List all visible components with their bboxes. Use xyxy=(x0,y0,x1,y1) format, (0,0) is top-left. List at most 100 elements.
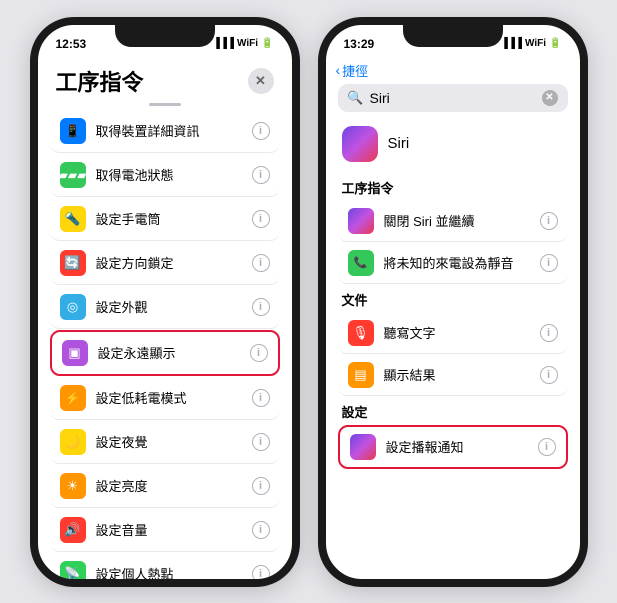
scroll-bar xyxy=(149,103,181,106)
icon-set-hotspot: 📡 xyxy=(60,561,86,579)
icon-set-broadcast xyxy=(350,434,376,460)
label-dictate: 聽寫文字 xyxy=(384,323,540,342)
menu-item-set-hotspot[interactable]: 📡 設定個人熱點 i xyxy=(50,553,280,579)
left-menu-list: 📱 取得裝置詳細資訊 i ▰▰▰ 取得電池狀態 i 🔦 設定手電筒 i 🔄 設定… xyxy=(38,110,292,579)
section-header-docs: 文件 xyxy=(326,286,580,313)
icon-set-flashlight: 🔦 xyxy=(60,206,86,232)
notch xyxy=(115,25,215,47)
info-icon-set-night[interactable]: i xyxy=(252,433,270,451)
search-input[interactable]: Siri xyxy=(370,90,542,106)
label-set-broadcast: 設定播報通知 xyxy=(386,437,538,456)
label-set-low-power: 設定低耗電模式 xyxy=(96,388,252,407)
search-icon: 🔍 xyxy=(348,90,364,106)
label-set-night: 設定夜覺 xyxy=(96,432,252,451)
siri-result[interactable]: Siri xyxy=(326,120,580,172)
icon-dictate: 🎙 xyxy=(348,320,374,346)
notch-right xyxy=(403,25,503,47)
label-set-always-on: 設定永遠顯示 xyxy=(98,343,250,362)
time-right: 13:29 xyxy=(344,37,375,51)
info-icon-set-orientation[interactable]: i xyxy=(252,254,270,272)
battery-icon-right: 🔋 xyxy=(549,38,561,49)
icon-set-low-power: ⚡ xyxy=(60,385,86,411)
siri-name: Siri xyxy=(388,135,410,152)
info-icon-get-battery[interactable]: i xyxy=(252,166,270,184)
right-screen-content: ‹ 捷徑 🔍 Siri ✕ Siri 工序指令 關閉 Siri 並繼續 i 📞 … xyxy=(326,57,580,579)
icon-get-battery: ▰▰▰ xyxy=(60,162,86,188)
info-icon-set-appearance[interactable]: i xyxy=(252,298,270,316)
right-phone: 13:29 ▐▐▐ WiFi 🔋 ‹ 捷徑 🔍 Siri ✕ Siri 工序指令… xyxy=(318,17,588,587)
back-nav[interactable]: ‹ 捷徑 xyxy=(326,57,580,84)
time-left: 12:53 xyxy=(56,37,87,51)
icon-set-silent: 📞 xyxy=(348,250,374,276)
siri-icon xyxy=(342,126,378,162)
signal-icon-right: ▐▐▐ xyxy=(501,38,522,49)
left-screen-content: 工序指令 ✕ 📱 取得裝置詳細資訊 i ▰▰▰ 取得電池狀態 i 🔦 xyxy=(38,57,292,579)
icon-close-siri xyxy=(348,208,374,234)
label-set-appearance: 設定外觀 xyxy=(96,297,252,316)
menu-item-get-battery[interactable]: ▰▰▰ 取得電池狀態 i xyxy=(50,154,280,197)
icon-set-appearance: ◎ xyxy=(60,294,86,320)
info-icon-set-hotspot[interactable]: i xyxy=(252,565,270,579)
info-icon-set-flashlight[interactable]: i xyxy=(252,210,270,228)
status-icons-left: ▐▐▐ WiFi 🔋 xyxy=(213,38,274,49)
right-menu-docs: 🎙 聽寫文字 i ▤ 顯示結果 i xyxy=(326,313,580,396)
label-get-device: 取得裝置詳細資訊 xyxy=(96,121,252,140)
label-set-hotspot: 設定個人熱點 xyxy=(96,564,252,579)
menu-item-set-low-power[interactable]: ⚡ 設定低耗電模式 i xyxy=(50,377,280,420)
menu-item-show-result[interactable]: ▤ 顯示結果 i xyxy=(338,355,568,396)
close-button[interactable]: ✕ xyxy=(248,68,274,94)
wifi-icon-right: WiFi xyxy=(525,38,546,49)
icon-set-night: 🌙 xyxy=(60,429,86,455)
info-icon-set-brightness[interactable]: i xyxy=(252,477,270,495)
search-bar[interactable]: 🔍 Siri ✕ xyxy=(338,84,568,112)
label-show-result: 顯示結果 xyxy=(384,365,540,384)
menu-item-set-appearance[interactable]: ◎ 設定外觀 i xyxy=(50,286,280,329)
info-icon-close-siri[interactable]: i xyxy=(540,212,558,230)
search-clear-button[interactable]: ✕ xyxy=(542,90,558,106)
info-icon-show-result[interactable]: i xyxy=(540,366,558,384)
info-icon-get-device[interactable]: i xyxy=(252,122,270,140)
info-icon-set-volume[interactable]: i xyxy=(252,521,270,539)
label-set-silent: 將未知的來電設為靜音 xyxy=(384,253,540,272)
label-set-brightness: 設定亮度 xyxy=(96,476,252,495)
menu-item-close-siri[interactable]: 關閉 Siri 並繼續 i xyxy=(338,201,568,242)
back-chevron-icon: ‹ xyxy=(336,62,341,78)
menu-item-set-silent[interactable]: 📞 將未知的來電設為靜音 i xyxy=(338,243,568,284)
label-close-siri: 關閉 Siri 並繼續 xyxy=(384,211,540,230)
icon-show-result: ▤ xyxy=(348,362,374,388)
icon-set-volume: 🔊 xyxy=(60,517,86,543)
info-icon-set-broadcast[interactable]: i xyxy=(538,438,556,456)
battery-icon: 🔋 xyxy=(261,38,273,49)
back-label: 捷徑 xyxy=(342,61,368,80)
section-header-settings: 設定 xyxy=(326,398,580,425)
label-set-orientation: 設定方向鎖定 xyxy=(96,253,252,272)
left-phone: 12:53 ▐▐▐ WiFi 🔋 工序指令 ✕ 📱 取得裝置詳細資訊 i xyxy=(30,17,300,587)
info-icon-set-silent[interactable]: i xyxy=(540,254,558,272)
menu-item-set-volume[interactable]: 🔊 設定音量 i xyxy=(50,509,280,552)
info-icon-set-always-on[interactable]: i xyxy=(250,344,268,362)
section-header-shortcuts: 工序指令 xyxy=(326,174,580,201)
signal-icon: ▐▐▐ xyxy=(213,38,234,49)
menu-item-set-night[interactable]: 🌙 設定夜覺 i xyxy=(50,421,280,464)
status-icons-right: ▐▐▐ WiFi 🔋 xyxy=(501,38,562,49)
icon-set-orientation: 🔄 xyxy=(60,250,86,276)
menu-item-set-always-on[interactable]: ▣ 設定永遠顯示 i xyxy=(50,330,280,376)
info-icon-set-low-power[interactable]: i xyxy=(252,389,270,407)
wifi-icon: WiFi xyxy=(237,38,258,49)
menu-item-set-flashlight[interactable]: 🔦 設定手電筒 i xyxy=(50,198,280,241)
left-title: 工序指令 xyxy=(56,65,144,97)
icon-get-device: 📱 xyxy=(60,118,86,144)
label-set-flashlight: 設定手電筒 xyxy=(96,209,252,228)
icon-set-always-on: ▣ xyxy=(62,340,88,366)
icon-set-brightness: ☀ xyxy=(60,473,86,499)
menu-item-set-brightness[interactable]: ☀ 設定亮度 i xyxy=(50,465,280,508)
info-icon-dictate[interactable]: i xyxy=(540,324,558,342)
right-menu-shortcuts: 關閉 Siri 並繼續 i 📞 將未知的來電設為靜音 i xyxy=(326,201,580,284)
scroll-indicator xyxy=(38,103,292,106)
menu-item-set-broadcast[interactable]: 設定播報通知 i xyxy=(338,425,568,469)
menu-item-get-device[interactable]: 📱 取得裝置詳細資訊 i xyxy=(50,110,280,153)
menu-item-dictate[interactable]: 🎙 聽寫文字 i xyxy=(338,313,568,354)
menu-item-set-orientation[interactable]: 🔄 設定方向鎖定 i xyxy=(50,242,280,285)
left-header: 工序指令 ✕ xyxy=(38,57,292,103)
label-set-volume: 設定音量 xyxy=(96,520,252,539)
